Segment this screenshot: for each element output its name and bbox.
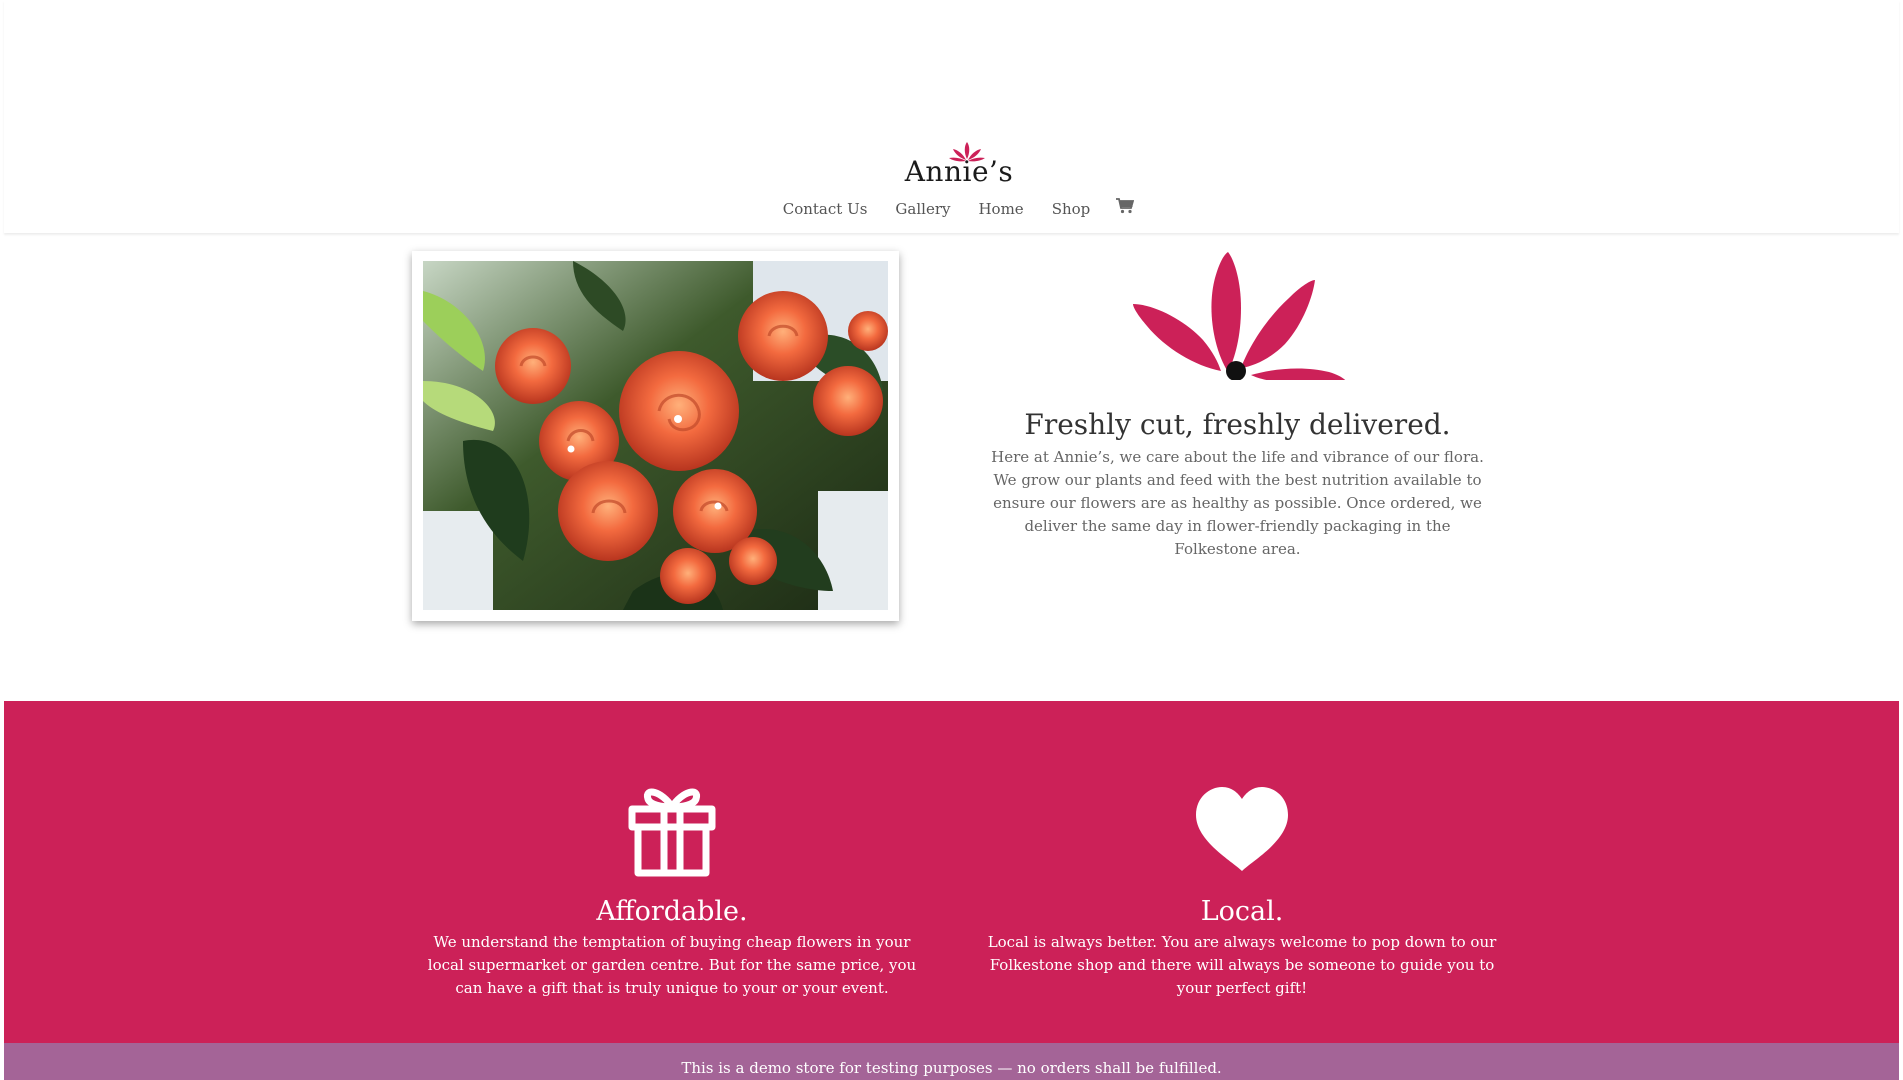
hero-description: Here at Annie’s, we care about the life … — [991, 448, 1484, 558]
hero-photo-frame — [412, 251, 899, 621]
feature-description: We understand the temptation of buying c… — [427, 933, 917, 997]
nav-item-contact-us[interactable]: Contact Us — [783, 200, 868, 218]
feature-title: Local. — [1200, 896, 1284, 927]
site-logo[interactable]: Annie’s — [904, 141, 1014, 189]
feature-title: Affordable. — [596, 896, 748, 927]
nav-item-home[interactable]: Home — [978, 200, 1023, 218]
heart-icon — [1196, 787, 1288, 871]
flower-petals-icon — [1133, 252, 1346, 380]
page: Annie’s Contact Us Gallery Home Shop Fre… — [0, 0, 1903, 1080]
features-band: Affordable. We understand the temptation… — [4, 701, 1899, 1043]
roses-image — [423, 261, 888, 610]
roses-photo — [423, 261, 888, 610]
logo-text: Annie’s — [904, 155, 1014, 188]
nav-item-gallery[interactable]: Gallery — [895, 200, 950, 218]
hero-title: Freshly cut, freshly delivered. — [1024, 408, 1451, 441]
site-header: Annie’s Contact Us Gallery Home Shop — [4, 0, 1899, 233]
nav-item-shop[interactable]: Shop — [1052, 200, 1091, 218]
feature-local: Local. Local is always better. You are a… — [982, 779, 1502, 1000]
hero-intro: Freshly cut, freshly delivered. Here at … — [975, 248, 1500, 561]
feature-affordable: Affordable. We understand the temptation… — [412, 779, 932, 1000]
feature-description: Local is always better. You are always w… — [987, 933, 1497, 997]
demo-store-notice: This is a demo store for testing purpose… — [4, 1043, 1899, 1080]
main-nav: Contact Us Gallery Home Shop — [4, 198, 1899, 218]
cart-icon[interactable] — [1116, 198, 1135, 214]
gift-icon — [628, 788, 716, 877]
